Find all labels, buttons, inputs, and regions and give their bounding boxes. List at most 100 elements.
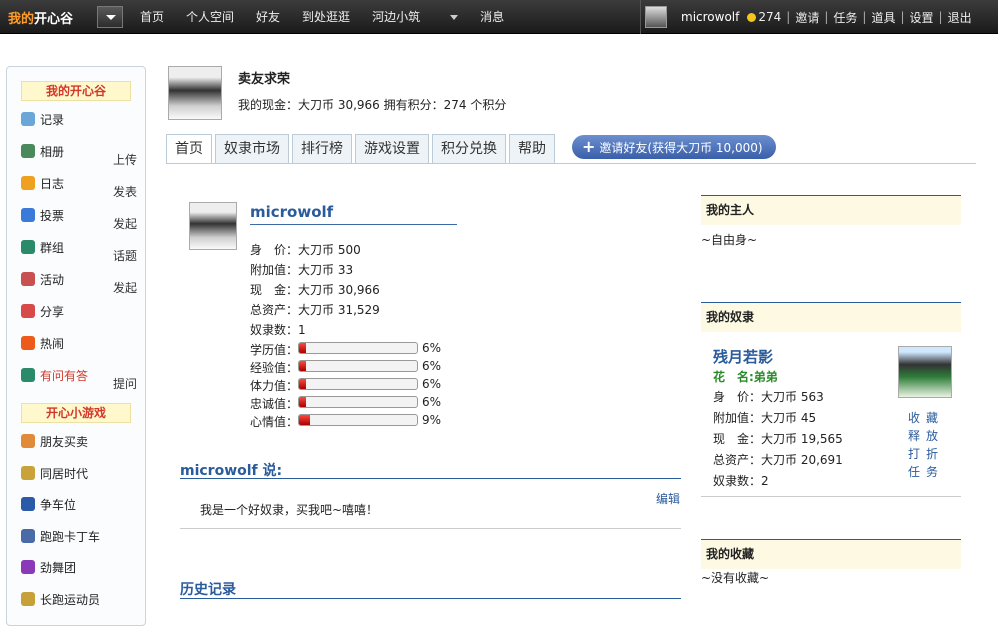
avatar[interactable] (645, 6, 667, 28)
sidebar-item-label: 相册 (40, 145, 65, 159)
profile-stat: 奴隶数：1 (250, 323, 306, 337)
collection-text: ~没有收藏~ (701, 571, 770, 585)
sidebar-item[interactable]: 投票 发起 (21, 207, 145, 231)
top-nav: 首页 个人空间 好友 到处逛逛 河边小筑 消息 (140, 8, 526, 25)
sidebar-item-label: 投票 (40, 209, 65, 223)
nav-messages[interactable]: 消息 (480, 8, 504, 25)
progress-bar (298, 342, 418, 354)
tab-help[interactable]: 帮助 (509, 134, 555, 164)
heart-icon (21, 304, 35, 318)
sidebar-game-label: 跑跑卡丁车 (40, 529, 101, 544)
tab-ranking[interactable]: 排行榜 (292, 134, 352, 164)
page-title: 卖友求荣 (238, 72, 291, 87)
coin-icon (747, 12, 757, 22)
user-name-link[interactable]: microwolf (250, 203, 333, 221)
link-logout[interactable]: 退出 (948, 9, 972, 26)
sidebar-item-action[interactable]: 发起 (113, 279, 137, 297)
sidebar-item[interactable]: 记录 (21, 111, 145, 129)
sidebar-item-label: 群组 (40, 241, 65, 255)
nav-home[interactable]: 首页 (140, 8, 164, 25)
nav-explore[interactable]: 到处逛逛 (302, 8, 350, 25)
invite-friends-button[interactable]: + 邀请好友(获得大刀币 10,000) (572, 135, 776, 159)
sidebar-item-label: 活动 (40, 273, 65, 287)
tab-slave-market[interactable]: 奴隶市场 (215, 134, 289, 164)
link-items[interactable]: 道具 (871, 9, 895, 26)
progress-bar (298, 360, 418, 372)
nav-space[interactable]: 个人空间 (186, 8, 234, 25)
diary-icon (21, 176, 35, 190)
logo[interactable]: 我的开心谷 (8, 8, 73, 27)
sidebar-game-label: 同居时代 (40, 466, 89, 481)
menu-dropdown-button[interactable] (97, 6, 123, 28)
runner-icon (21, 591, 35, 606)
money-line: 我的现金：大刀币 30,966 拥有积分：274 个积分 (238, 98, 507, 112)
plus-icon: + (582, 137, 596, 156)
sidebar-item-action[interactable]: 发起 (113, 215, 137, 233)
house-icon (21, 465, 35, 480)
edit-link[interactable]: 编辑 (656, 490, 680, 507)
link-settings[interactable]: 设置 (910, 9, 934, 26)
slave-action-link[interactable]: 释放 (908, 427, 944, 444)
link-tasks[interactable]: 任务 (833, 9, 857, 26)
parking-icon (21, 497, 35, 511)
bar-label: 忠诚值： (250, 397, 299, 411)
user-avatar[interactable] (189, 202, 237, 250)
sidebar-game[interactable]: 朋友买卖 (21, 433, 145, 451)
sidebar-item[interactable]: 活动 发起 (21, 271, 145, 295)
master-panel-title: 我的主人 (701, 195, 961, 225)
nav-riverside[interactable]: 河边小筑 (372, 8, 459, 25)
people-icon (21, 434, 35, 448)
sidebar-game[interactable]: 争车位 (21, 496, 145, 514)
profile-stat: 附加值：大刀币 33 (250, 263, 354, 277)
chevron-down-icon (450, 15, 459, 20)
slave-action-link[interactable]: 打折 (908, 445, 944, 462)
username[interactable]: microwolf (681, 10, 739, 24)
sidebar-game[interactable]: 同居时代 (21, 465, 145, 483)
sidebar-item[interactable]: 热闹 (21, 335, 145, 353)
nav-friends[interactable]: 好友 (256, 8, 280, 25)
slave-action-link[interactable]: 收藏 (908, 409, 944, 426)
photo-icon (21, 144, 35, 158)
kart-icon (21, 528, 35, 543)
slave-avatar[interactable] (898, 346, 952, 398)
qa-icon (21, 368, 35, 382)
sidebar-game[interactable]: 劲舞团 (21, 559, 145, 577)
sidebar: 我的开心谷 记录 相册 上传 日志 发表 投票 发起 群组 话题 活动 发起 分享 热闹 有问有答 提问 开… (6, 66, 146, 626)
sidebar-item-action[interactable]: 发表 (113, 183, 137, 201)
bar-percent: 6% (422, 395, 442, 409)
sidebar-item[interactable]: 日志 发表 (21, 175, 145, 199)
sidebar-item[interactable]: 相册 上传 (21, 143, 145, 167)
sidebar-item[interactable]: 群组 话题 (21, 239, 145, 263)
sidebar-item-label: 分享 (40, 305, 65, 319)
tab-home[interactable]: 首页 (166, 134, 212, 164)
sidebar-item[interactable]: 分享 (21, 303, 145, 321)
sidebar-head-my: 我的开心谷 (21, 81, 131, 101)
sidebar-item-label: 热闹 (40, 337, 65, 351)
tab-points-exchange[interactable]: 积分兑换 (432, 134, 506, 164)
sidebar-game[interactable]: 长跑运动员 (21, 591, 145, 609)
chat-icon (21, 112, 35, 126)
slaves-panel-title: 我的奴隶 (701, 302, 961, 332)
profile-photo[interactable] (168, 66, 222, 120)
bar-percent: 6% (422, 341, 442, 355)
sidebar-game-label: 朋友买卖 (40, 435, 89, 449)
bar-percent: 6% (422, 377, 442, 391)
bar-label: 体力值： (250, 379, 299, 393)
sidebar-game-label: 劲舞团 (40, 561, 77, 575)
sidebar-item-action[interactable]: 话题 (113, 247, 137, 265)
slave-action-link[interactable]: 任务 (908, 463, 944, 480)
sidebar-item[interactable]: 有问有答 提问 (21, 367, 145, 391)
slave-stat: 附加值：大刀币 45 (713, 411, 817, 425)
progress-bar (298, 378, 418, 390)
chart-icon (21, 208, 35, 222)
sidebar-item-action[interactable]: 上传 (113, 151, 137, 169)
group-icon (21, 240, 35, 254)
sidebar-game[interactable]: 跑跑卡丁车 (21, 528, 145, 546)
sidebar-item-action[interactable]: 提问 (113, 375, 137, 393)
bar-percent: 9% (422, 413, 442, 427)
slave-name-link[interactable]: 残月若影 (713, 346, 773, 367)
link-invite[interactable]: 邀请 (795, 9, 819, 26)
tab-game-settings[interactable]: 游戏设置 (355, 134, 429, 164)
user-box: microwolf 274 | 邀请 | 任务 | 道具 | 设置 | 退出 (640, 0, 998, 34)
slave-stat: 总资产：大刀币 20,691 (713, 453, 843, 467)
